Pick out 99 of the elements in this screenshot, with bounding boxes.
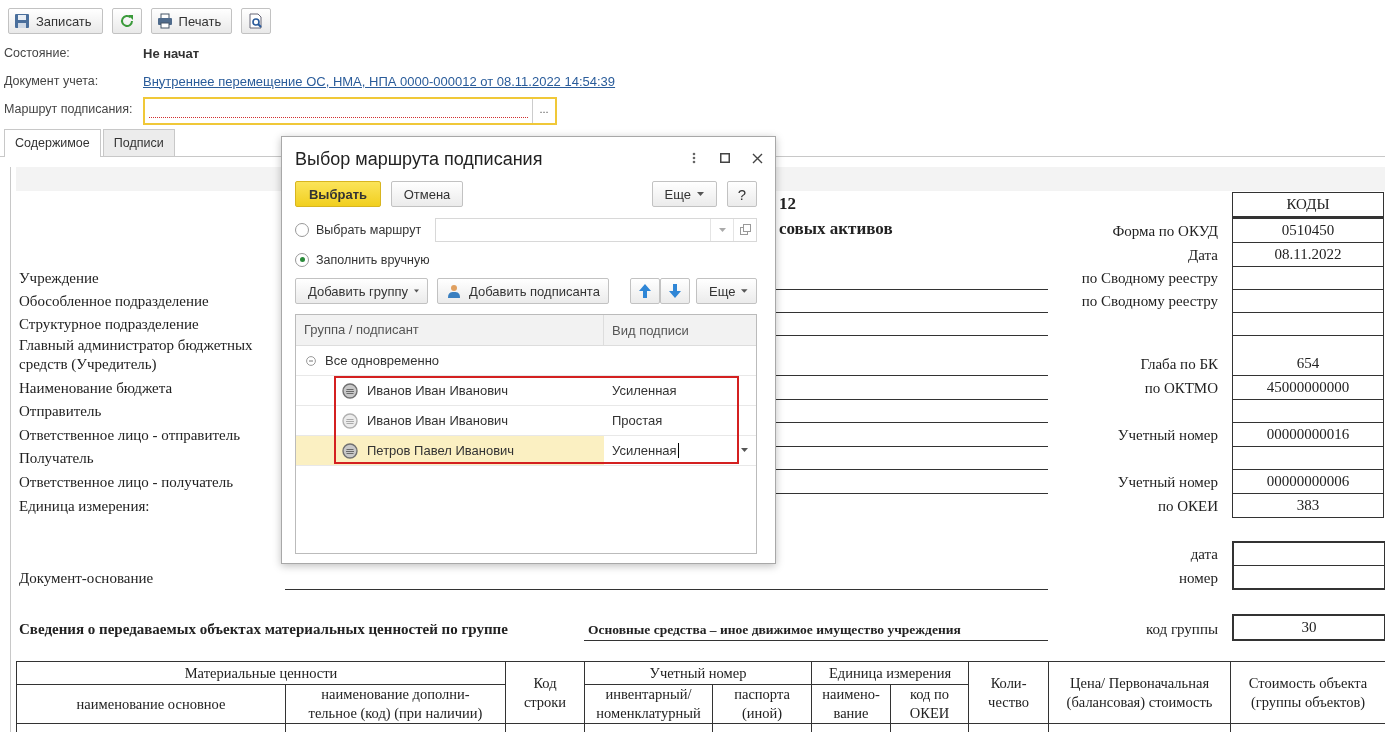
printer-icon	[156, 13, 173, 29]
form-label: Структурное подразделение	[19, 315, 199, 334]
form-label: Отправитель	[19, 402, 102, 421]
tab[interactable]: Содержимое	[4, 129, 101, 157]
field-label: Состояние:	[4, 46, 71, 60]
dialog-title: Выбор маршрута подписания	[295, 147, 544, 170]
state-value: Не начат	[143, 45, 200, 61]
code-cell: КОДЫ	[1232, 192, 1384, 217]
route-combo-field[interactable]	[434, 217, 757, 242]
move-down-button[interactable]	[660, 278, 690, 304]
refresh-icon	[118, 13, 135, 29]
code-label: Учетный номер	[1117, 473, 1218, 492]
save-button[interactable]: Записать	[8, 8, 103, 34]
cancel-button[interactable]: Отмена	[391, 181, 463, 207]
column-header: паспорта (иной)	[712, 684, 812, 724]
person-icon	[448, 284, 460, 298]
caret-icon	[741, 289, 748, 293]
more-icon[interactable]	[692, 152, 696, 164]
radio-button[interactable]	[295, 222, 309, 237]
signer-name: Петров Павел Иванович	[367, 443, 515, 458]
refresh-button[interactable]	[111, 8, 142, 34]
form-label: Получатель	[19, 449, 94, 468]
document-magnifier-icon	[248, 13, 265, 29]
form-label: Наименование бюджета	[19, 379, 173, 398]
field-label: Документ учета:	[4, 74, 100, 88]
column-header: наимено- вание	[811, 684, 891, 724]
tab[interactable]: Подписи	[102, 129, 175, 156]
document-link[interactable]: Внутреннее перемещение ОС, НМА, НПА 0000-000012 от 08.11.2022 14:54:39	[143, 73, 616, 89]
code-cell: 45000000000	[1232, 376, 1384, 400]
form-label: Документ-основание	[19, 569, 154, 588]
form-title: совых активов	[779, 219, 893, 238]
signature-type: Усиленная	[612, 443, 677, 458]
column-header: Цена/ Первоначальная (балансовая) стоимость	[1048, 661, 1231, 724]
code-label: дата	[1190, 545, 1218, 564]
arrow-up-icon	[639, 284, 651, 298]
code-cell: 0510450	[1232, 217, 1384, 243]
code-label: номер	[1179, 569, 1218, 588]
code-label: по Сводному реестру	[1081, 292, 1218, 311]
code-label: Учетный номер	[1117, 426, 1218, 445]
add-signer-button[interactable]: Добавить подписанта	[437, 278, 609, 304]
more-button[interactable]: Еще	[651, 181, 717, 207]
radio-label[interactable]: Заполнить вручную	[316, 252, 435, 267]
maximize-icon[interactable]	[720, 153, 730, 163]
group-label: Сведения о передаваемых объектах материальных ценностей по группе	[19, 620, 509, 639]
code-label: Форма по ОКУД	[1112, 222, 1218, 241]
choose-button[interactable]: Выбрать	[295, 181, 381, 207]
column-header: Стоимость объекта (группы объектов)	[1230, 661, 1385, 724]
group-value: Основные средства – иное движимое имущество учреждения	[584, 620, 1048, 641]
code-cell: 08.11.2022	[1232, 243, 1384, 267]
column-header: Материальные ценности	[16, 661, 506, 685]
column-header: инвентарный/ номенклатурный	[584, 684, 713, 724]
group-name[interactable]: Все одновременно	[325, 353, 440, 368]
signature-type: Простая	[612, 413, 663, 428]
open-icon[interactable]	[739, 224, 751, 235]
code-label: по ОКТМО	[1144, 379, 1218, 398]
code-label: Глаба по БК	[1140, 355, 1218, 374]
add-group-button[interactable]: Добавить группу	[295, 278, 428, 304]
close-icon[interactable]	[752, 152, 763, 164]
move-up-button[interactable]	[630, 278, 660, 304]
form-label: Учреждение	[19, 269, 99, 288]
column-header: Учетный номер	[584, 661, 812, 685]
signature-type: Усиленная	[612, 383, 677, 398]
signer-row[interactable]: Иванов Иван Иванович Усиленная	[296, 376, 756, 406]
form-label: Ответственное лицо - отправитель	[19, 426, 240, 445]
code-label: по Сводному реестру	[1081, 269, 1218, 288]
column-header: Группа / подписант	[296, 315, 604, 345]
print-button[interactable]: Печать	[150, 8, 233, 34]
column-header: Вид подписи	[611, 322, 689, 338]
code-cell: 00000000016	[1232, 423, 1384, 447]
code-cell: 00000000006	[1232, 470, 1384, 494]
radio-label[interactable]: Выбрать маршрут	[316, 222, 435, 237]
radio-button[interactable]	[295, 252, 309, 267]
code-label: код группы	[1144, 620, 1219, 639]
arrow-down-icon	[669, 284, 681, 298]
more-button[interactable]: Еще	[696, 278, 757, 304]
column-header: Единица измерения	[811, 661, 969, 685]
form-label: Обособленное подразделение	[19, 292, 209, 311]
code-cell: 30	[1232, 614, 1385, 641]
code-label: Дата	[1188, 246, 1218, 265]
field-label: Маршрут подписания:	[4, 102, 134, 116]
form-label: Ответственное лицо - получатель	[19, 473, 233, 492]
caret-icon	[414, 289, 419, 293]
route-field[interactable]: ...	[143, 96, 557, 125]
signer-name: Иванов Иван Иванович	[367, 383, 509, 398]
form-title: 12	[779, 194, 796, 213]
help-button[interactable]: ?	[727, 181, 757, 207]
column-header: наименование основное	[16, 684, 286, 724]
column-header: Код строки	[505, 661, 585, 724]
signer-name: Иванов Иван Иванович	[367, 413, 509, 428]
code-cell: 383	[1232, 494, 1384, 518]
form-label: Единица измерения:	[19, 497, 150, 516]
column-header: Коли- чество	[968, 661, 1049, 724]
code-label: по ОКЕИ	[1157, 497, 1218, 516]
collapse-icon[interactable]	[306, 355, 316, 366]
select-button[interactable]: ...	[532, 98, 555, 123]
dropdown-icon[interactable]	[741, 448, 748, 452]
preview-button[interactable]	[241, 8, 272, 34]
code-cell: 654	[1232, 336, 1384, 376]
form-label: Главный администратор бюджетных средств (Учредитель)	[19, 336, 254, 374]
